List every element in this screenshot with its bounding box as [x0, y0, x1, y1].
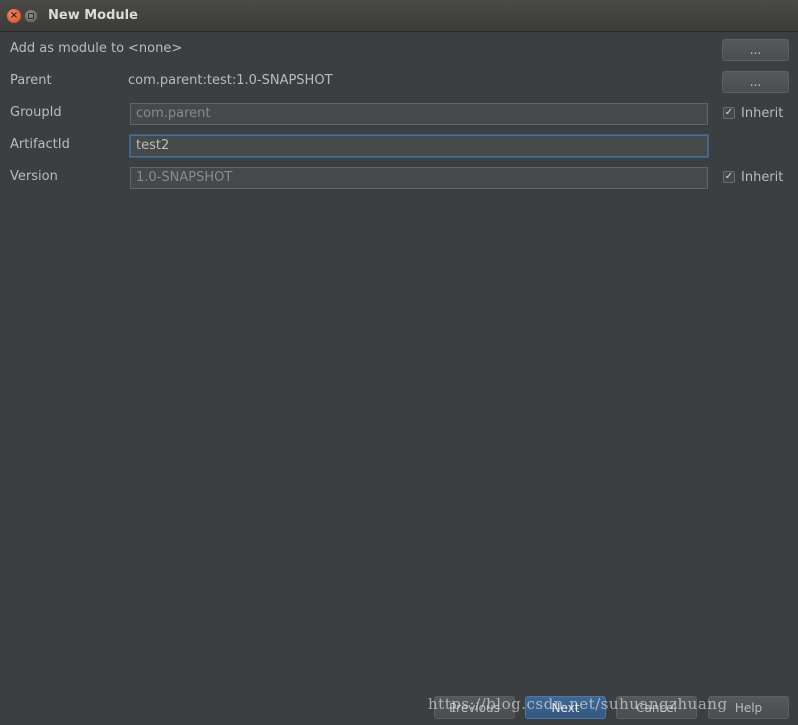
add-as-module-label: Add as module to — [10, 41, 125, 56]
help-button[interactable]: Help — [708, 696, 789, 719]
version-inherit-label: Inherit — [741, 169, 784, 185]
close-glyph: × — [9, 10, 19, 21]
window-title: New Module — [48, 8, 138, 23]
minimize-icon[interactable] — [24, 9, 38, 23]
new-module-dialog: × New Module Add as module to <none> ...… — [0, 0, 798, 725]
next-button[interactable]: Next — [525, 696, 606, 719]
version-inherit-toggle[interactable]: ✓ Inherit — [723, 167, 783, 187]
previous-button[interactable]: Previous — [434, 696, 515, 719]
version-inherit-checkbox[interactable]: ✓ — [723, 171, 735, 183]
artifact-id-label: ArtifactId — [10, 137, 70, 152]
parent-browse-button[interactable]: ... — [722, 71, 789, 93]
add-as-module-browse-button[interactable]: ... — [722, 39, 789, 61]
title-bar: × New Module — [0, 0, 798, 32]
minimize-glyph — [28, 13, 34, 19]
group-id-label: GroupId — [10, 105, 62, 120]
version-label: Version — [10, 169, 58, 184]
version-field[interactable]: 1.0-SNAPSHOT — [130, 167, 708, 189]
add-as-module-value: <none> — [128, 41, 183, 56]
parent-label: Parent — [10, 73, 52, 88]
parent-value: com.parent:test:1.0-SNAPSHOT — [128, 73, 333, 88]
group-id-inherit-toggle[interactable]: ✓ Inherit — [723, 103, 783, 123]
group-id-field[interactable]: com.parent — [130, 103, 708, 125]
group-id-inherit-label: Inherit — [741, 105, 784, 121]
artifact-id-field[interactable]: test2 — [130, 135, 708, 157]
cancel-button[interactable]: Cancel — [616, 696, 697, 719]
group-id-inherit-checkbox[interactable]: ✓ — [723, 107, 735, 119]
close-icon[interactable]: × — [7, 9, 21, 23]
